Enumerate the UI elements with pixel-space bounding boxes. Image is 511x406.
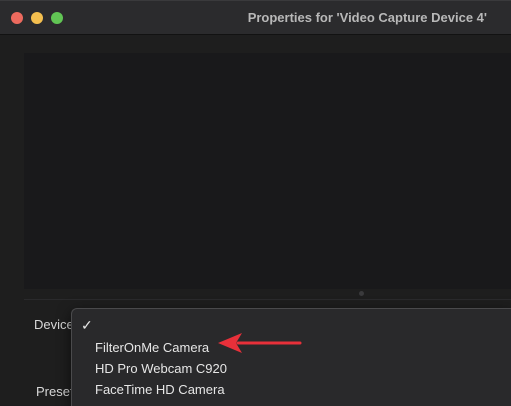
window-title: Properties for 'Video Capture Device 4' (247, 10, 487, 25)
close-window-button[interactable] (11, 12, 23, 24)
menu-item-facetime-hd-camera[interactable]: FaceTime HD Camera (72, 379, 511, 400)
menu-item-hd-pro-webcam-c920[interactable]: HD Pro Webcam C920 (72, 358, 511, 379)
menu-item-label: HD Pro Webcam C920 (95, 361, 227, 376)
device-label: Device (34, 317, 74, 332)
zoom-window-button[interactable] (51, 12, 63, 24)
properties-window: Properties for 'Video Capture Device 4' … (0, 0, 511, 406)
divider (24, 299, 511, 300)
menu-item-label: FilterOnMe Camera (95, 340, 210, 355)
preset-label: Preset (36, 384, 74, 399)
scroll-indicator (359, 291, 364, 296)
menu-item-label: FaceTime HD Camera (95, 382, 225, 397)
minimize-window-button[interactable] (31, 12, 43, 24)
device-dropdown-menu[interactable]: ✓ FilterOnMe Camera HD Pro Webcam C920 F… (71, 308, 511, 406)
video-preview (24, 53, 511, 289)
title-bar[interactable]: Properties for 'Video Capture Device 4' (0, 1, 511, 35)
checkmark-icon: ✓ (81, 317, 93, 333)
red-arrow-annotation-icon (218, 333, 302, 353)
